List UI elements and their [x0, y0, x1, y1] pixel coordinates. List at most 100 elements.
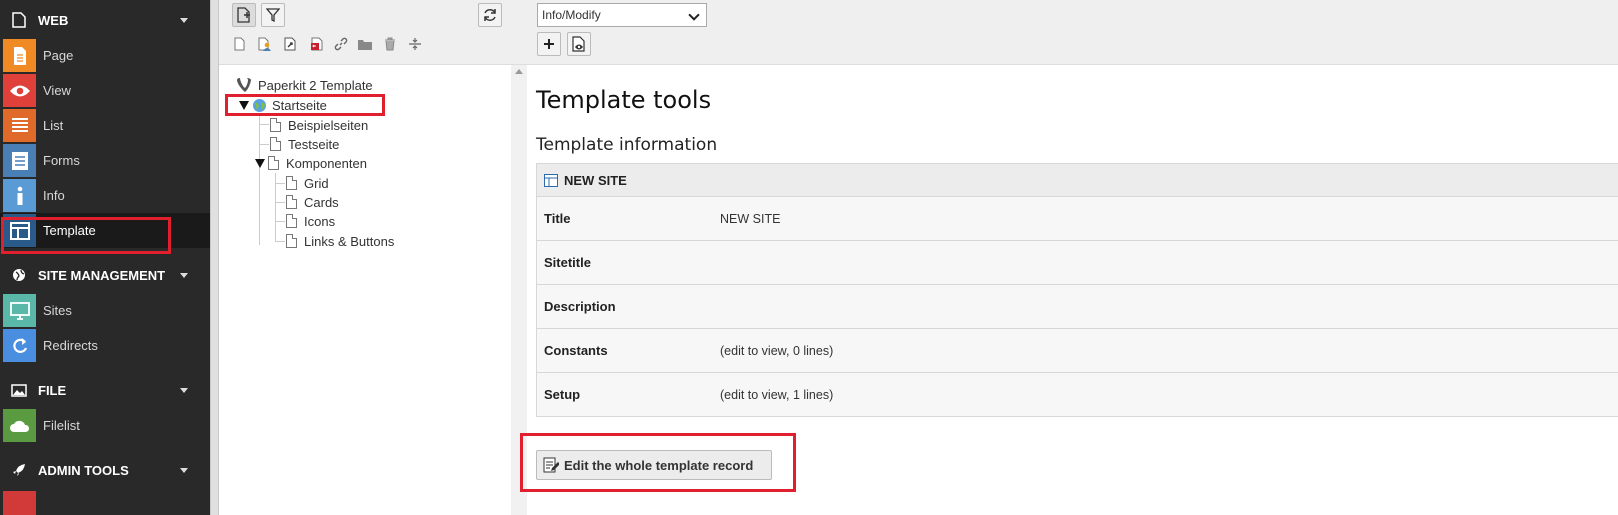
tree-node-label: Beispielseiten	[288, 117, 369, 133]
divider-icon[interactable]	[407, 36, 423, 52]
trash-icon[interactable]	[382, 36, 398, 52]
tree-node-label: Links & Buttons	[304, 233, 395, 249]
highlight-template-module	[1, 217, 171, 254]
row-key: Constants	[544, 343, 608, 358]
row-value: NEW SITE	[720, 211, 781, 226]
page-type-icon[interactable]	[231, 36, 247, 52]
filter-button[interactable]	[261, 3, 285, 27]
tree-connector	[275, 241, 285, 242]
page-icon	[268, 156, 279, 170]
chevron-down-icon[interactable]	[180, 387, 188, 393]
page-tree-panel: Paperkit 2 Template Startseite Beispiels…	[219, 0, 527, 515]
tree-node-label: Icons	[304, 213, 336, 229]
new-page-button[interactable]	[232, 3, 256, 27]
page-icon	[286, 214, 297, 228]
group-label: FILE	[38, 382, 67, 398]
module-forms[interactable]: Forms	[0, 143, 210, 178]
view-page-button[interactable]	[567, 32, 591, 56]
docheader: Info/Modify	[527, 0, 1618, 65]
tree-connector	[275, 221, 285, 222]
forms-icon	[3, 144, 36, 177]
module-list[interactable]: List	[0, 108, 210, 143]
page-icon	[270, 137, 281, 151]
plus-icon	[544, 39, 554, 49]
info-icon	[3, 179, 36, 212]
row-key: Description	[544, 299, 616, 314]
function-select[interactable]: Info/Modify	[537, 3, 707, 27]
module-label: List	[43, 118, 64, 133]
folder-icon[interactable]	[357, 36, 373, 52]
sites-icon	[3, 294, 36, 327]
table-header-label: NEW SITE	[564, 172, 627, 188]
chevron-down-icon[interactable]	[180, 467, 188, 473]
tree-node-beispielseiten[interactable]: Beispielseiten	[270, 115, 368, 135]
row-value: (edit to view, 1 lines)	[720, 387, 834, 402]
tree-node-cards[interactable]: Cards	[286, 192, 339, 212]
module-menu: WEB Page View List Forms Info Template S…	[0, 0, 210, 515]
image-icon	[0, 383, 38, 397]
external-link-page-icon[interactable]	[309, 36, 325, 52]
template-info-table: NEW SITE Title NEW SITE Sitetitle Descri…	[536, 163, 1618, 417]
link-icon[interactable]	[333, 36, 349, 52]
module-label: Forms	[43, 153, 80, 168]
group-file[interactable]: FILE	[0, 372, 210, 408]
page-icon	[286, 195, 297, 209]
page-module-icon	[3, 39, 36, 72]
group-admin-tools[interactable]: ADMIN TOOLS	[0, 452, 210, 488]
tree-node-label: Cards	[304, 194, 339, 210]
panel-splitter[interactable]	[210, 0, 219, 515]
typo3-logo-icon	[237, 78, 251, 92]
tree-connector	[259, 144, 269, 145]
user-page-icon[interactable]	[257, 36, 273, 52]
shortcut-page-icon[interactable]	[283, 36, 299, 52]
group-label: WEB	[38, 12, 69, 28]
row-key: Setup	[544, 387, 581, 402]
tree-node-icons[interactable]: Icons	[286, 211, 335, 231]
template-record-icon	[544, 173, 558, 187]
group-web[interactable]: WEB	[0, 2, 210, 38]
highlight-edit-button	[520, 433, 796, 492]
group-label: SITE MANAGEMENT	[38, 267, 166, 283]
redirect-icon	[3, 329, 36, 362]
page-icon	[286, 176, 297, 190]
module-label: Info	[43, 188, 65, 203]
module-filelist[interactable]: Filelist	[0, 408, 210, 443]
module-info[interactable]: Info	[0, 178, 210, 213]
scroll-up-icon[interactable]	[515, 69, 523, 74]
tree-root[interactable]: Paperkit 2 Template	[236, 75, 373, 95]
section-title: Template information	[536, 135, 718, 155]
module-label: View	[43, 83, 71, 98]
chevron-down-icon[interactable]	[180, 17, 188, 23]
module-label: Redirects	[43, 338, 98, 353]
expand-toggle-icon[interactable]	[255, 158, 265, 168]
group-label: ADMIN TOOLS	[38, 462, 129, 478]
cloud-icon	[3, 409, 36, 442]
table-row: Constants (edit to view, 0 lines)	[537, 329, 1618, 373]
list-icon	[3, 109, 36, 142]
tree-node-links-buttons[interactable]: Links & Buttons	[286, 231, 394, 251]
group-site-management[interactable]: SITE MANAGEMENT	[0, 257, 210, 293]
chevron-down-icon	[688, 9, 700, 21]
module-view[interactable]: View	[0, 73, 210, 108]
new-record-button[interactable]	[537, 32, 561, 56]
filter-icon	[266, 8, 280, 22]
tree-node-grid[interactable]: Grid	[286, 173, 329, 193]
module-page[interactable]: Page	[0, 38, 210, 73]
tree-node-label: Grid	[304, 175, 329, 191]
module-sites[interactable]: Sites	[0, 293, 210, 328]
module-redirects[interactable]: Redirects	[0, 328, 210, 363]
tree-node-komponenten[interactable]: Komponenten	[255, 153, 367, 173]
tree-node-testseite[interactable]: Testseite	[270, 134, 339, 154]
new-page-icon	[237, 7, 250, 23]
rocket-icon	[0, 463, 38, 477]
tree-root-label: Paperkit 2 Template	[258, 77, 373, 93]
tree-connector	[275, 183, 285, 184]
function-select-value: Info/Modify	[542, 8, 601, 22]
tree-toolbar	[219, 0, 527, 65]
admin-module-icon[interactable]	[3, 491, 36, 515]
chevron-down-icon[interactable]	[180, 272, 188, 278]
refresh-button[interactable]	[478, 3, 502, 27]
page-icon	[270, 118, 281, 132]
row-key: Sitetitle	[544, 255, 591, 270]
table-row: Setup (edit to view, 1 lines)	[537, 373, 1618, 416]
